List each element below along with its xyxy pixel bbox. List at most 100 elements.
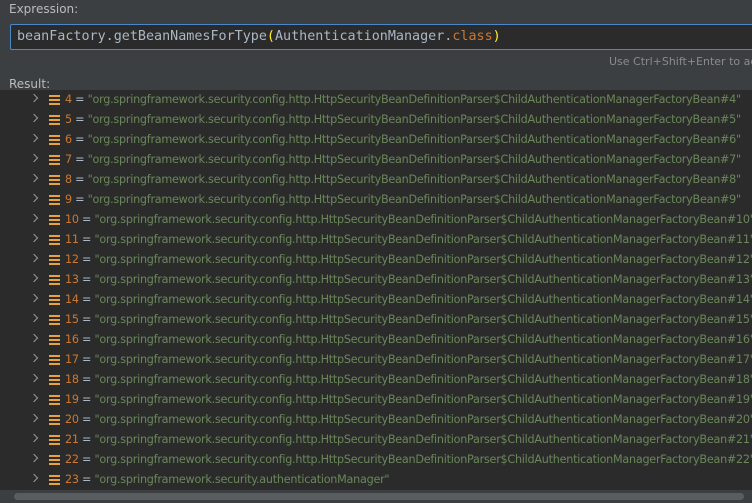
- chevron-right-icon[interactable]: [29, 113, 39, 123]
- result-item-index: 6: [65, 133, 72, 146]
- expression-class-ref: AuthenticationManager.: [274, 29, 453, 44]
- result-item-equals: =: [78, 213, 95, 226]
- result-item-value: "org.springframework.security.config.htt…: [94, 213, 752, 226]
- chevron-right-icon[interactable]: [29, 253, 39, 263]
- chevron-right-icon[interactable]: [29, 373, 39, 383]
- result-item-value: "org.springframework.security.authentica…: [94, 473, 390, 486]
- result-item-value: "org.springframework.security.config.htt…: [94, 253, 752, 266]
- result-item-text: 5 = "org.springframework.security.config…: [65, 110, 741, 130]
- chevron-right-icon[interactable]: [29, 473, 39, 483]
- result-item-equals: =: [78, 473, 95, 486]
- chevron-right-icon[interactable]: [29, 133, 39, 143]
- result-item-value: "org.springframework.security.config.htt…: [87, 153, 742, 166]
- result-item-text: 17 = "org.springframework.security.confi…: [65, 350, 752, 370]
- result-item[interactable]: 11 = "org.springframework.security.confi…: [0, 230, 752, 250]
- result-item[interactable]: 13 = "org.springframework.security.confi…: [0, 270, 752, 290]
- result-item-value: "org.springframework.security.config.htt…: [87, 113, 742, 126]
- result-item-value: "org.springframework.security.config.htt…: [94, 413, 752, 426]
- result-item-text: 23 = "org.springframework.security.authe…: [65, 470, 390, 490]
- result-item-value: "org.springframework.security.config.htt…: [87, 93, 742, 106]
- array-element-icon: [49, 275, 60, 285]
- result-item-equals: =: [78, 233, 95, 246]
- array-element-icon: [49, 315, 60, 325]
- result-item-text: 13 = "org.springframework.security.confi…: [65, 270, 752, 290]
- result-item-equals: =: [71, 113, 88, 126]
- result-item-text: 10 = "org.springframework.security.confi…: [65, 210, 752, 230]
- result-item-index: 4: [65, 93, 72, 106]
- result-item-text: 19 = "org.springframework.security.confi…: [65, 390, 752, 410]
- result-item-index: 19: [65, 393, 79, 406]
- result-item-equals: =: [71, 153, 88, 166]
- result-item-index: 21: [65, 433, 79, 446]
- result-item-value: "org.springframework.security.config.htt…: [87, 193, 742, 206]
- result-item-value: "org.springframework.security.config.htt…: [94, 333, 752, 346]
- chevron-right-icon[interactable]: [29, 413, 39, 423]
- result-item[interactable]: 7 = "org.springframework.security.config…: [0, 150, 752, 170]
- result-item-index: 18: [65, 373, 79, 386]
- result-tree[interactable]: 4 = "org.springframework.security.config…: [0, 90, 752, 490]
- array-element-icon: [49, 335, 60, 345]
- result-item[interactable]: 23 = "org.springframework.security.authe…: [0, 470, 752, 490]
- result-item-index: 5: [65, 113, 72, 126]
- result-item[interactable]: 10 = "org.springframework.security.confi…: [0, 210, 752, 230]
- result-item[interactable]: 15 = "org.springframework.security.confi…: [0, 310, 752, 330]
- chevron-right-icon[interactable]: [29, 173, 39, 183]
- horizontal-scrollbar[interactable]: [0, 490, 752, 503]
- expression-input[interactable]: beanFactory.getBeanNamesForType(Authenti…: [10, 24, 752, 50]
- chevron-right-icon[interactable]: [29, 313, 39, 323]
- result-item[interactable]: 21 = "org.springframework.security.confi…: [0, 430, 752, 450]
- result-item[interactable]: 9 = "org.springframework.security.config…: [0, 190, 752, 210]
- array-element-icon: [49, 95, 60, 105]
- chevron-right-icon[interactable]: [29, 393, 39, 403]
- result-item-equals: =: [71, 173, 88, 186]
- chevron-right-icon[interactable]: [29, 453, 39, 463]
- result-item-text: 6 = "org.springframework.security.config…: [65, 130, 741, 150]
- result-item[interactable]: 20 = "org.springframework.security.confi…: [0, 410, 752, 430]
- result-item-value: "org.springframework.security.config.htt…: [94, 293, 752, 306]
- result-item-index: 23: [65, 473, 79, 486]
- chevron-right-icon[interactable]: [29, 233, 39, 243]
- chevron-right-icon[interactable]: [29, 93, 39, 103]
- result-item-equals: =: [78, 253, 95, 266]
- chevron-right-icon[interactable]: [29, 293, 39, 303]
- result-item-index: 8: [65, 173, 72, 186]
- result-item-value: "org.springframework.security.config.htt…: [94, 233, 752, 246]
- result-item-value: "org.springframework.security.config.htt…: [94, 453, 752, 466]
- chevron-right-icon[interactable]: [29, 193, 39, 203]
- result-item[interactable]: 5 = "org.springframework.security.config…: [0, 110, 752, 130]
- result-item-index: 20: [65, 413, 79, 426]
- chevron-right-icon[interactable]: [29, 213, 39, 223]
- result-item-text: 14 = "org.springframework.security.confi…: [65, 290, 752, 310]
- result-item[interactable]: 6 = "org.springframework.security.config…: [0, 130, 752, 150]
- result-item[interactable]: 22 = "org.springframework.security.confi…: [0, 450, 752, 470]
- result-item[interactable]: 18 = "org.springframework.security.confi…: [0, 370, 752, 390]
- chevron-right-icon[interactable]: [29, 333, 39, 343]
- chevron-right-icon[interactable]: [29, 273, 39, 283]
- chevron-right-icon[interactable]: [29, 353, 39, 363]
- array-element-icon: [49, 235, 60, 245]
- result-item[interactable]: 19 = "org.springframework.security.confi…: [0, 390, 752, 410]
- result-item-index: 22: [65, 453, 79, 466]
- scrollbar-thumb[interactable]: [14, 493, 744, 500]
- result-item[interactable]: 8 = "org.springframework.security.config…: [0, 170, 752, 190]
- result-item-equals: =: [78, 333, 95, 346]
- result-item-equals: =: [71, 193, 88, 206]
- result-item-text: 8 = "org.springframework.security.config…: [65, 170, 741, 190]
- result-item-value: "org.springframework.security.config.htt…: [94, 273, 752, 286]
- chevron-right-icon[interactable]: [29, 153, 39, 163]
- result-item-text: 15 = "org.springframework.security.confi…: [65, 310, 752, 330]
- result-item[interactable]: 4 = "org.springframework.security.config…: [0, 90, 752, 110]
- array-element-icon: [49, 135, 60, 145]
- result-item-value: "org.springframework.security.config.htt…: [87, 133, 742, 146]
- result-item[interactable]: 14 = "org.springframework.security.confi…: [0, 290, 752, 310]
- expression-open-paren: (: [266, 29, 275, 44]
- result-item-equals: =: [78, 413, 95, 426]
- result-item[interactable]: 16 = "org.springframework.security.confi…: [0, 330, 752, 350]
- result-item-text: 12 = "org.springframework.security.confi…: [65, 250, 752, 270]
- array-element-icon: [49, 295, 60, 305]
- result-item[interactable]: 12 = "org.springframework.security.confi…: [0, 250, 752, 270]
- array-element-icon: [49, 435, 60, 445]
- result-item-equals: =: [78, 313, 95, 326]
- result-item[interactable]: 17 = "org.springframework.security.confi…: [0, 350, 752, 370]
- chevron-right-icon[interactable]: [29, 433, 39, 443]
